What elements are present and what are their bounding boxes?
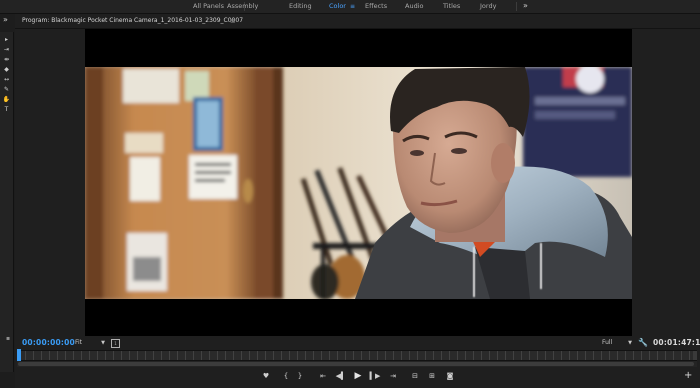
tab-assembly[interactable]: Assembly xyxy=(227,0,258,13)
tab-menu-icon[interactable]: ≡ xyxy=(350,0,355,13)
track-select-tool-icon[interactable]: ⇥ xyxy=(2,46,11,53)
tab-audio[interactable]: Audio xyxy=(405,0,423,13)
zoom-scrollbar[interactable] xyxy=(17,361,697,367)
camera-icon[interactable]: ◙ xyxy=(444,369,456,383)
wrench-icon[interactable]: 🔧 xyxy=(638,336,648,350)
play-icon[interactable]: ▶ xyxy=(352,369,364,383)
mark-out-icon[interactable]: } xyxy=(294,369,306,383)
current-timecode[interactable]: 00:00:00:00 xyxy=(22,336,75,350)
chevron-down-icon: ▼ xyxy=(628,340,632,346)
tab-all-panels[interactable]: All Panels xyxy=(193,0,224,13)
panel-header: Program: Blackmagic Pocket Cinema Camera… xyxy=(15,14,700,29)
hand-tool-icon[interactable]: ✋ xyxy=(2,96,11,103)
pen-tool-icon[interactable]: ✎ xyxy=(2,86,11,93)
chevron-down-icon: ▼ xyxy=(101,340,105,346)
type-tool-icon[interactable]: T xyxy=(2,106,11,113)
lift-icon[interactable]: ⊟ xyxy=(409,369,421,383)
ripple-edit-tool-icon[interactable]: ⇹ xyxy=(2,56,11,63)
panel-edge-icon: ▪ xyxy=(6,335,11,342)
time-ruler[interactable] xyxy=(17,349,697,362)
plus-icon[interactable]: + xyxy=(684,369,692,383)
panel-title[interactable]: Program: Blackmagic Pocket Cinema Camera… xyxy=(22,14,243,28)
step-back-icon[interactable]: ◀▍ xyxy=(335,369,347,383)
step-forward-icon[interactable]: ▍▶ xyxy=(369,369,381,383)
transport-controls: ♥ { } ⇤ ◀▍ ▶ ▍▶ ⇥ ⊟ ⊞ ◙ + xyxy=(0,369,700,385)
tab-editing[interactable]: Editing xyxy=(289,0,312,13)
panel-menu-icon[interactable]: ≡ xyxy=(230,14,236,28)
tab-titles[interactable]: Titles xyxy=(443,0,460,13)
slip-tool-icon[interactable]: ↔ xyxy=(2,76,11,83)
tab-divider xyxy=(516,2,517,11)
extract-icon[interactable]: ⊞ xyxy=(426,369,438,383)
ruler-ticks xyxy=(17,351,697,360)
tab-color[interactable]: Color xyxy=(329,0,346,13)
safe-margins-icon[interactable]: 1 xyxy=(111,339,120,348)
workspace-overflow-icon[interactable]: » xyxy=(523,0,528,12)
tab-jordy[interactable]: Jordy xyxy=(480,0,496,13)
tools-panel: ▸ ⇥ ⇹ ◆ ↔ ✎ ✋ T xyxy=(0,32,14,372)
tab-effects[interactable]: Effects xyxy=(365,0,387,13)
selection-tool-icon[interactable]: ▸ xyxy=(2,36,11,43)
workspace-bar: All Panels Assembly Editing Color ≡ Effe… xyxy=(0,0,700,14)
razor-tool-icon[interactable]: ◆ xyxy=(2,66,11,73)
video-frame xyxy=(85,67,632,299)
video-frame-image xyxy=(85,67,632,299)
playback-resolution-value: Full xyxy=(602,339,613,346)
program-monitor-viewer[interactable] xyxy=(85,29,632,336)
playback-resolution-select[interactable]: Full ▼ xyxy=(602,338,632,348)
go-to-in-icon[interactable]: ⇤ xyxy=(317,369,329,383)
zoom-scrollbar-handle[interactable] xyxy=(18,362,694,366)
marker-icon[interactable]: ♥ xyxy=(260,369,272,383)
zoom-level-value: Fit xyxy=(75,339,83,346)
monitor-controls-bar: 00:00:00:00 Fit ▼ 1 Full ▼ 🔧 00:01:47:16 xyxy=(0,336,700,351)
duration-timecode: 00:01:47:16 xyxy=(653,338,700,347)
go-to-out-icon[interactable]: ⇥ xyxy=(387,369,399,383)
panel-collapse-icon[interactable]: » xyxy=(3,14,8,26)
ruler-end xyxy=(693,351,697,360)
mark-in-icon[interactable]: { xyxy=(280,369,292,383)
zoom-level-select[interactable]: Fit ▼ xyxy=(75,338,105,348)
